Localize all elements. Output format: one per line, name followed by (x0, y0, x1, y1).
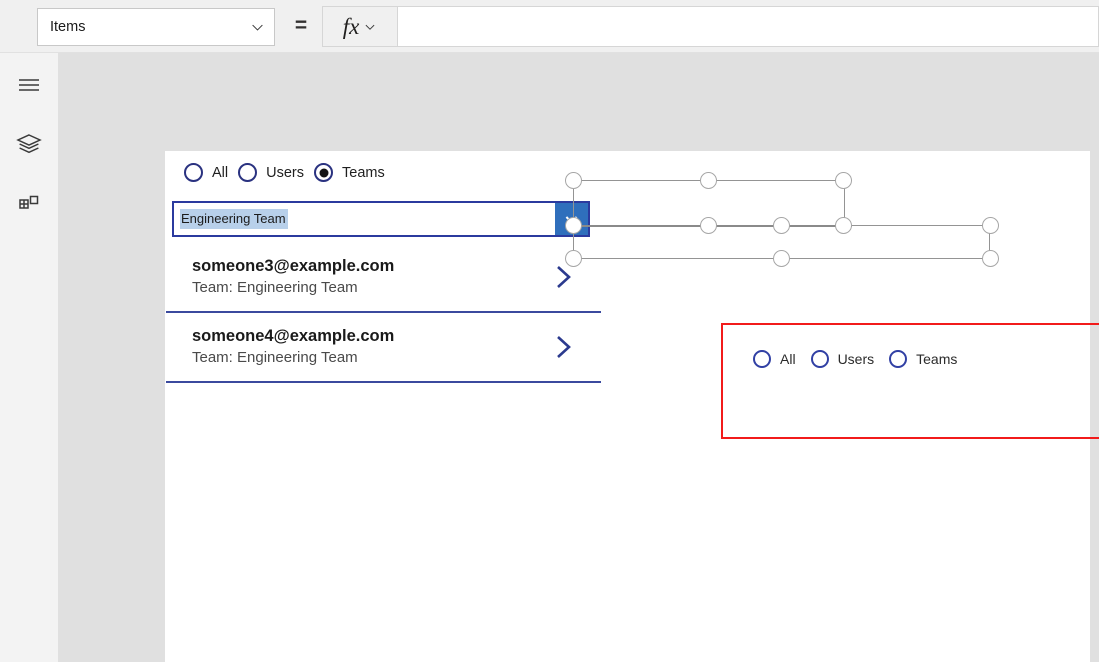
list-item-texts: someone3@example.com Team: Engineering T… (192, 257, 548, 296)
radio-circle-selected-icon (314, 163, 333, 182)
radio-label: All (780, 351, 796, 367)
resize-handle-mid-left[interactable] (565, 217, 582, 234)
resize-handle-top-right[interactable] (835, 172, 852, 189)
list-item[interactable]: someone4@example.com Team: Engineering T… (166, 313, 601, 383)
radio-option-teams[interactable]: Teams (314, 163, 385, 182)
insert-components-icon[interactable] (0, 179, 58, 229)
radio-label: Teams (916, 351, 958, 367)
resize-handle-top-center[interactable] (700, 172, 717, 189)
formula-toolbar: Items = fx (0, 0, 1099, 53)
fx-icon: fx (342, 14, 360, 39)
radio-label: Users (837, 351, 875, 367)
radio-option-teams[interactable]: Teams (889, 350, 957, 368)
resize-handle-bottom-left[interactable] (565, 250, 582, 267)
radio-circle-icon (184, 163, 203, 182)
radio-option-users[interactable]: Users (238, 163, 304, 182)
combobox-text-area[interactable]: Engineering Team (174, 203, 555, 235)
fx-button[interactable]: fx (322, 6, 398, 47)
list-item-title: someone4@example.com (192, 327, 395, 346)
chevron-down-icon (364, 20, 377, 33)
chevron-right-icon[interactable] (548, 332, 578, 362)
user-gallery[interactable]: someone3@example.com Team: Engineering T… (166, 243, 601, 383)
list-item-subtitle: Team: Engineering Team (192, 279, 358, 297)
resize-handle-mid-inner-c[interactable] (835, 217, 852, 234)
radio-circle-icon (238, 163, 258, 182)
resize-handle-mid-inner-b[interactable] (773, 217, 790, 234)
left-rail (0, 53, 58, 662)
chevron-down-icon (251, 21, 264, 34)
equals-sign: = (294, 14, 308, 37)
property-select[interactable]: Items (37, 8, 275, 46)
list-item-subtitle: Team: Engineering Team (192, 349, 358, 367)
combobox-value: Engineering Team (180, 208, 288, 230)
resize-handle-mid-right[interactable] (982, 217, 999, 234)
radio-option-all[interactable]: All (753, 350, 796, 368)
resize-handle-bottom-center[interactable] (773, 250, 790, 267)
property-select-value: Items (50, 18, 86, 35)
list-item-title: someone3@example.com (192, 257, 395, 276)
radio-circle-icon (889, 350, 908, 368)
formula-input[interactable] (398, 6, 1099, 47)
list-item[interactable]: someone3@example.com Team: Engineering T… (166, 243, 601, 313)
selected-radio-group[interactable]: All Users Teams (753, 350, 972, 368)
radio-circle-icon (753, 350, 771, 368)
resize-handle-bottom-right[interactable] (982, 250, 999, 267)
hamburger-menu-icon[interactable] (0, 60, 58, 110)
list-item-texts: someone4@example.com Team: Engineering T… (192, 327, 548, 366)
resize-handle-mid-inner-a[interactable] (700, 217, 717, 234)
tree-view-icon[interactable] (0, 119, 58, 169)
radio-label: All (212, 164, 229, 181)
filter-radio-group[interactable]: All Users Teams (184, 163, 395, 182)
radio-option-all[interactable]: All (184, 163, 228, 182)
radio-label: Users (266, 164, 304, 181)
app-screen[interactable]: All Users Teams Engineering Team someone… (165, 151, 1099, 662)
power-apps-studio: Items = fx All Users Teams Engineering T… (0, 0, 1099, 662)
radio-label: Teams (342, 164, 385, 181)
canvas-area: All Users Teams Engineering Team someone… (58, 53, 1099, 662)
radio-circle-icon (810, 350, 829, 368)
selected-control-frame[interactable]: All Users Teams (721, 323, 1099, 439)
team-combobox[interactable]: Engineering Team (172, 201, 590, 237)
resize-handle-top-left[interactable] (565, 172, 582, 189)
radio-option-users[interactable]: Users (810, 350, 875, 368)
